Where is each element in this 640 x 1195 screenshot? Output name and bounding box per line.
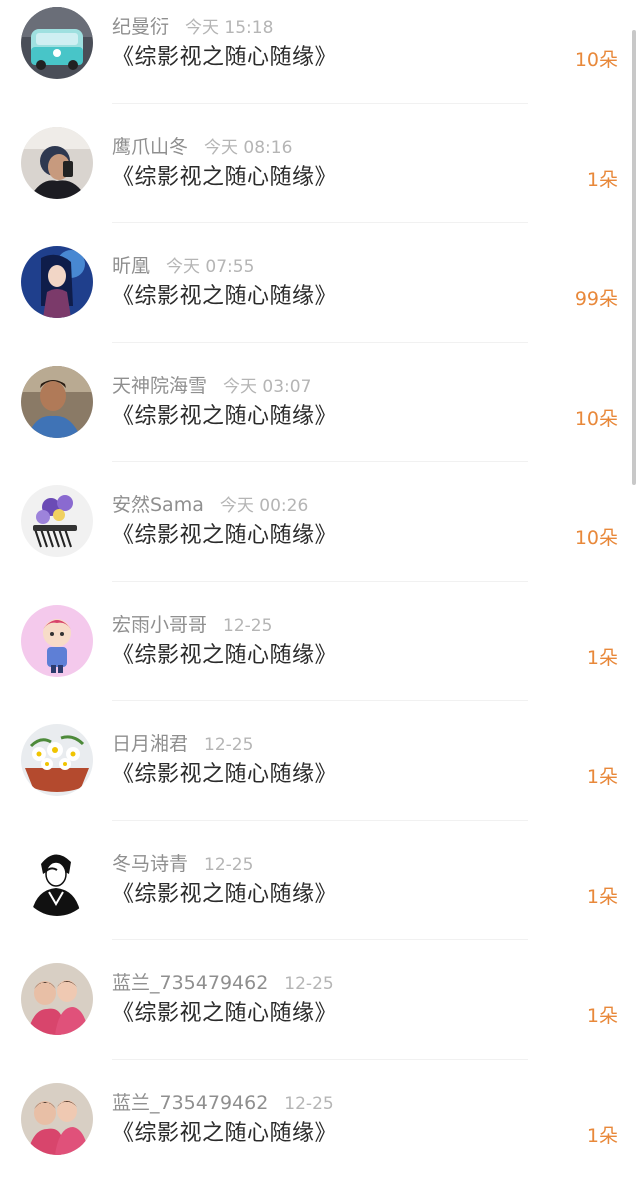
divider	[112, 820, 528, 821]
flower-count: 1朵	[587, 883, 618, 911]
reward-meta: 蓝兰_735479462 12-25	[112, 1090, 334, 1116]
book-title[interactable]: 《综影视之随心随缘》	[112, 640, 337, 672]
reward-time: 今天 07:55	[166, 257, 254, 277]
user-name[interactable]: 天神院海雪	[112, 375, 207, 397]
user-name[interactable]: 安然Sama	[112, 494, 204, 516]
reward-meta: 昕凰今天 07:55	[112, 253, 254, 279]
kids-photo-avatar[interactable]	[21, 1083, 93, 1155]
user-name[interactable]: 冬马诗青	[112, 853, 188, 875]
list-item[interactable]: 昕凰今天 07:55 《综影视之随心随缘》 99朵	[0, 239, 640, 359]
reward-time: 12-25	[223, 616, 272, 636]
list-item[interactable]: 冬马诗青 12-25 《综影视之随心随缘》 1朵	[0, 837, 640, 957]
divider	[112, 581, 528, 582]
reward-meta: 安然Sama 今天 00:26	[112, 492, 308, 518]
divider	[112, 939, 528, 940]
book-title[interactable]: 《综影视之随心随缘》	[112, 42, 337, 74]
reward-time: 12-25	[284, 1094, 333, 1114]
reward-meta: 宏雨小哥哥 12-25	[112, 612, 272, 638]
manga-sketch-avatar[interactable]	[21, 844, 93, 916]
flower-count: 1朵	[587, 1002, 618, 1030]
reward-meta: 鹰爪山冬今天 08:16	[112, 134, 292, 160]
book-title[interactable]: 《综影视之随心随缘》	[112, 998, 337, 1030]
scrollbar[interactable]	[632, 30, 636, 485]
divider	[112, 1059, 528, 1060]
list-item[interactable]: 纪曼衍今天 15:18 《综影视之随心随缘》 10朵	[0, 0, 640, 120]
book-title[interactable]: 《综影视之随心随缘》	[112, 520, 337, 552]
flower-count: 10朵	[575, 46, 618, 74]
reward-time: 12-25	[204, 855, 253, 875]
reward-meta: 天神院海雪今天 03:07	[112, 373, 311, 399]
anime-girl-avatar[interactable]	[21, 246, 93, 318]
person-photo-avatar[interactable]	[21, 127, 93, 199]
book-title[interactable]: 《综影视之随心随缘》	[112, 281, 337, 313]
user-name[interactable]: 鹰爪山冬	[112, 136, 188, 158]
list-item[interactable]: 蓝兰_735479462 12-25 《综影视之随心随缘》 1朵	[0, 1076, 640, 1195]
flower-count: 1朵	[587, 763, 618, 791]
user-name[interactable]: 日月湘君	[112, 733, 188, 755]
flower-count: 10朵	[575, 405, 618, 433]
book-title[interactable]: 《综影视之随心随缘》	[112, 1118, 337, 1150]
reward-meta: 日月湘君 12-25	[112, 731, 253, 757]
book-title[interactable]: 《综影视之随心随缘》	[112, 879, 337, 911]
reward-time: 12-25	[284, 974, 333, 994]
cartoon-boy-avatar[interactable]	[21, 605, 93, 677]
divider	[112, 342, 528, 343]
user-name[interactable]: 蓝兰_735479462	[112, 1092, 268, 1114]
reward-list: 纪曼衍今天 15:18 《综影视之随心随缘》 10朵 鹰爪山冬今天 08:16 …	[0, 0, 640, 1195]
divider	[112, 222, 528, 223]
list-item[interactable]: 蓝兰_735479462 12-25 《综影视之随心随缘》 1朵	[0, 956, 640, 1076]
flower-count: 10朵	[575, 524, 618, 552]
reward-meta: 纪曼衍今天 15:18	[112, 14, 273, 40]
flower-count: 1朵	[587, 1122, 618, 1150]
divider	[112, 700, 528, 701]
reward-time: 今天 08:16	[204, 138, 292, 158]
divider	[112, 461, 528, 462]
book-title[interactable]: 《综影视之随心随缘》	[112, 162, 337, 194]
reward-meta: 蓝兰_735479462 12-25	[112, 970, 334, 996]
reward-time: 今天 15:18	[185, 18, 273, 38]
flower-count: 1朵	[587, 166, 618, 194]
kids-photo-avatar[interactable]	[21, 963, 93, 1035]
flower-count: 99朵	[575, 285, 618, 313]
list-item[interactable]: 鹰爪山冬今天 08:16 《综影视之随心随缘》 1朵	[0, 120, 640, 240]
book-title[interactable]: 《综影视之随心随缘》	[112, 759, 337, 791]
vw-bus-avatar[interactable]	[21, 7, 93, 79]
reward-time: 12-25	[204, 735, 253, 755]
list-item[interactable]: 安然Sama 今天 00:26 《综影视之随心随缘》 10朵	[0, 478, 640, 598]
reward-meta: 冬马诗青 12-25	[112, 851, 253, 877]
flower-hairpin-avatar[interactable]	[21, 485, 93, 557]
reward-time: 今天 00:26	[220, 496, 308, 516]
user-name[interactable]: 纪曼衍	[112, 16, 169, 38]
list-item[interactable]: 天神院海雪今天 03:07 《综影视之随心随缘》 10朵	[0, 359, 640, 479]
reward-time: 今天 03:07	[223, 377, 311, 397]
user-name[interactable]: 蓝兰_735479462	[112, 972, 268, 994]
flower-count: 1朵	[587, 644, 618, 672]
book-title[interactable]: 《综影视之随心随缘》	[112, 401, 337, 433]
divider	[112, 103, 528, 104]
daisy-bouquet-avatar[interactable]	[21, 724, 93, 796]
list-item[interactable]: 宏雨小哥哥 12-25 《综影视之随心随缘》 1朵	[0, 598, 640, 718]
user-name[interactable]: 昕凰	[112, 255, 150, 277]
user-name[interactable]: 宏雨小哥哥	[112, 614, 207, 636]
boy-photo-avatar[interactable]	[21, 366, 93, 438]
list-item[interactable]: 日月湘君 12-25 《综影视之随心随缘》 1朵	[0, 717, 640, 837]
